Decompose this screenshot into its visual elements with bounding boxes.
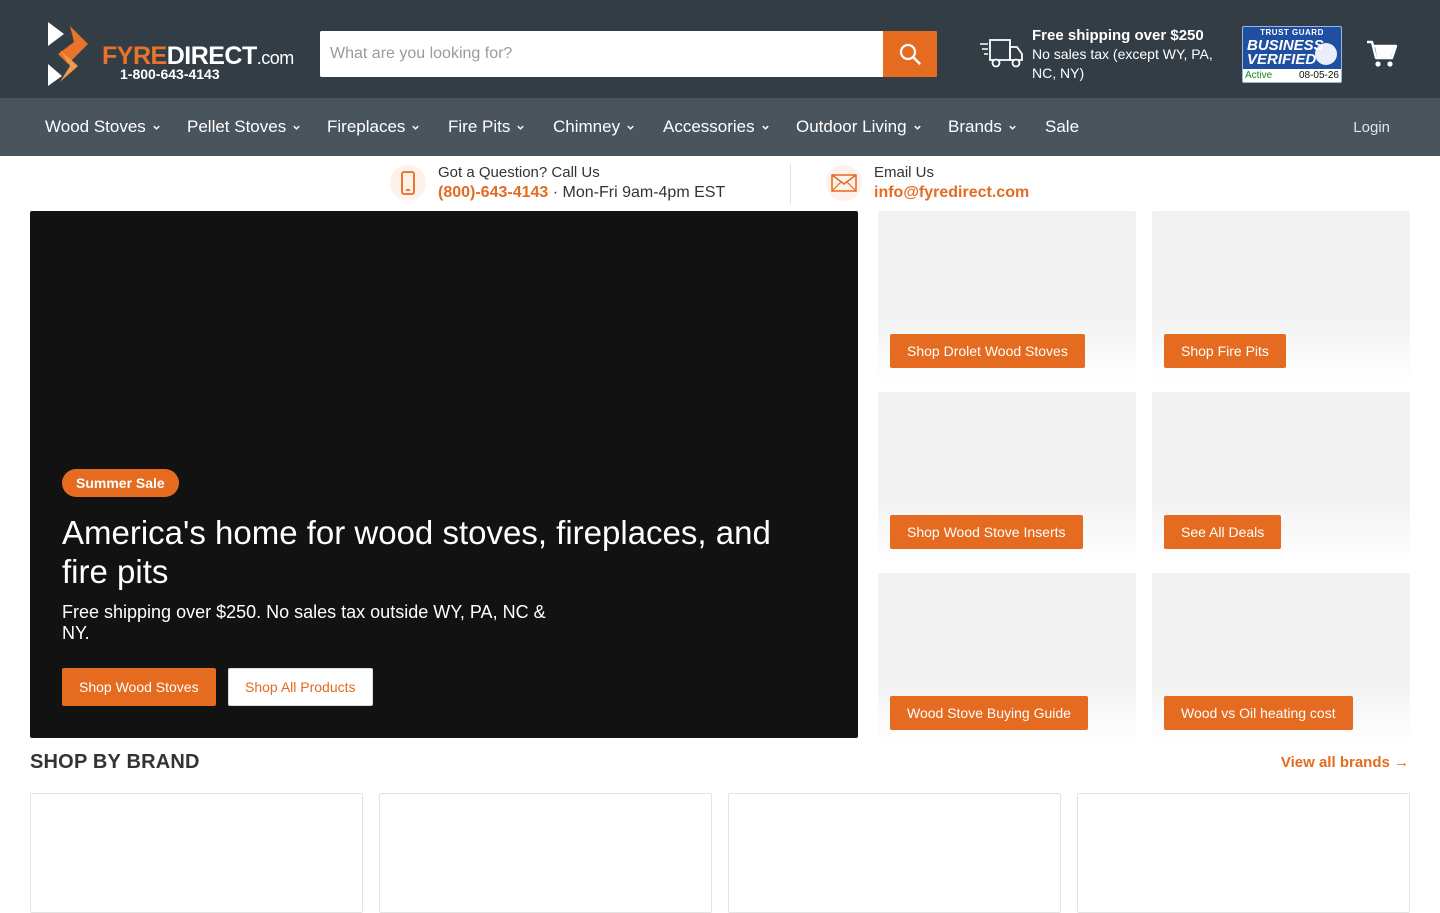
main-nav: Wood Stoves Pellet Stoves Fireplaces Fir… xyxy=(0,98,1440,156)
nav-sale[interactable]: Sale xyxy=(1045,98,1079,156)
brand-card[interactable] xyxy=(30,793,363,913)
brand-card[interactable] xyxy=(379,793,712,913)
truck-icon xyxy=(980,39,1023,68)
call-line: (800)-643-4143 · Mon-Fri 9am-4pm EST xyxy=(438,184,725,202)
shop-all-products-button[interactable]: Shop All Products xyxy=(228,668,373,706)
nav-label: Wood Stoves xyxy=(45,117,146,136)
brand-card[interactable] xyxy=(728,793,1061,913)
logo-word-com: .com xyxy=(256,48,295,68)
email-label: Email Us xyxy=(874,164,935,181)
contact-bar: Got a Question? Call Us (800)-643-4143 ·… xyxy=(0,156,1440,211)
envelope-icon xyxy=(831,174,857,192)
promo-tile-fire-pits[interactable]: Shop Fire Pits xyxy=(1152,211,1410,382)
promo-button[interactable]: Shop Wood Stove Inserts xyxy=(890,515,1083,549)
view-all-brands-link[interactable]: View all brands → xyxy=(1281,754,1409,771)
logo-phone: 1-800-643-4143 xyxy=(120,66,220,82)
nav-label: Sale xyxy=(1045,117,1080,136)
login-link[interactable]: Login xyxy=(1353,98,1390,156)
promo-tile-inserts[interactable]: Shop Wood Stove Inserts xyxy=(878,392,1136,563)
nav-brands[interactable]: Brands xyxy=(948,98,1017,156)
nav-accessories[interactable]: Accessories xyxy=(663,98,770,156)
site-logo[interactable]: FYREDIRECT.com 1-800-643-4143 xyxy=(44,20,304,88)
search-input[interactable] xyxy=(320,31,883,77)
envelope-icon-wrap xyxy=(826,165,862,201)
nav-fireplaces[interactable]: Fireplaces xyxy=(327,98,420,156)
badge-main-text: BUSINESS VERIFIED xyxy=(1247,38,1324,68)
email-line: info@fyredirect.com xyxy=(874,184,1029,202)
nav-outdoor-living[interactable]: Outdoor Living xyxy=(796,98,922,156)
hero-heading: America's home for wood stoves, fireplac… xyxy=(62,514,771,590)
badge-line2: VERIFIED xyxy=(1247,51,1317,68)
phone-icon-wrap xyxy=(390,165,426,201)
nav-label: Fire Pits xyxy=(448,117,511,136)
shipping-subtitle: No sales tax (except WY, PA, NC, NY) xyxy=(1032,46,1213,81)
phone-icon xyxy=(401,171,415,195)
nav-label: Chimney xyxy=(553,117,621,136)
shop-wood-stoves-button[interactable]: Shop Wood Stoves xyxy=(62,668,216,706)
nav-label: Pellet Stoves xyxy=(187,117,287,136)
sale-badge: Summer Sale xyxy=(62,469,179,497)
search-button[interactable] xyxy=(883,31,937,77)
call-label: Got a Question? Call Us xyxy=(438,164,600,181)
email-link[interactable]: info@fyredirect.com xyxy=(874,184,1029,201)
chevron-down-icon xyxy=(517,125,525,130)
promo-button[interactable]: Wood Stove Buying Guide xyxy=(890,696,1088,730)
nav-label: Accessories xyxy=(663,117,755,136)
call-hours: · Mon-Fri 9am-4pm EST xyxy=(548,184,726,201)
promo-tile-deals[interactable]: See All Deals xyxy=(1152,392,1410,563)
shipping-info: Free shipping over $250 No sales tax (ex… xyxy=(1032,26,1232,83)
chevron-down-icon xyxy=(153,125,160,130)
promo-button[interactable]: Shop Fire Pits xyxy=(1164,334,1286,368)
promo-tile-buying-guide[interactable]: Wood Stove Buying Guide xyxy=(878,573,1136,744)
chevron-down-icon xyxy=(627,125,634,130)
chevron-down-icon xyxy=(293,125,300,130)
badge-status: Active xyxy=(1245,70,1273,81)
promo-tile-drolet[interactable]: Shop Drolet Wood Stoves xyxy=(878,211,1136,382)
nav-wood-stoves[interactable]: Wood Stoves xyxy=(45,98,161,156)
flame-logo-icon xyxy=(48,22,88,86)
cart-icon[interactable] xyxy=(1366,38,1398,70)
badge-footer: Active 08-05-26 xyxy=(1243,69,1341,82)
contact-divider xyxy=(790,164,791,204)
nav-pellet-stoves[interactable]: Pellet Stoves xyxy=(187,98,301,156)
badge-top-text: TRUST GUARD xyxy=(1260,28,1324,37)
shop-by-brand-heading: SHOP BY BRAND xyxy=(30,751,200,773)
shipping-title: Free shipping over $250 xyxy=(1032,27,1204,44)
phone-link[interactable]: (800)-643-4143 xyxy=(438,184,548,201)
nav-fire-pits[interactable]: Fire Pits xyxy=(448,98,525,156)
search-bar xyxy=(320,31,937,77)
chevron-down-icon xyxy=(412,125,420,130)
nav-chimney[interactable]: Chimney xyxy=(553,98,635,156)
badge-date: 08-05-26 xyxy=(1298,70,1339,81)
promo-tile-wood-vs-oil[interactable]: Wood vs Oil heating cost xyxy=(1152,573,1410,744)
nav-label: Fireplaces xyxy=(327,117,406,136)
nav-label: Outdoor Living xyxy=(796,117,907,136)
hero-banner: Summer Sale America's home for wood stov… xyxy=(30,211,858,738)
nav-label: Brands xyxy=(948,117,1002,136)
trust-guard-badge[interactable]: TRUST GUARD BUSINESS VERIFIED Active 08-… xyxy=(1242,26,1342,83)
hero-text: Free shipping over $250. No sales tax ou… xyxy=(62,602,546,643)
brand-card[interactable] xyxy=(1077,793,1410,913)
chevron-down-icon xyxy=(761,125,769,130)
search-icon xyxy=(899,43,921,65)
promo-button[interactable]: See All Deals xyxy=(1164,515,1282,549)
promo-button[interactable]: Shop Drolet Wood Stoves xyxy=(890,334,1085,368)
chevron-down-icon xyxy=(1009,125,1016,130)
site-header: FYREDIRECT.com 1-800-643-4143 Free shipp… xyxy=(0,0,1440,98)
chevron-down-icon xyxy=(913,125,921,130)
promo-button[interactable]: Wood vs Oil heating cost xyxy=(1164,696,1353,730)
